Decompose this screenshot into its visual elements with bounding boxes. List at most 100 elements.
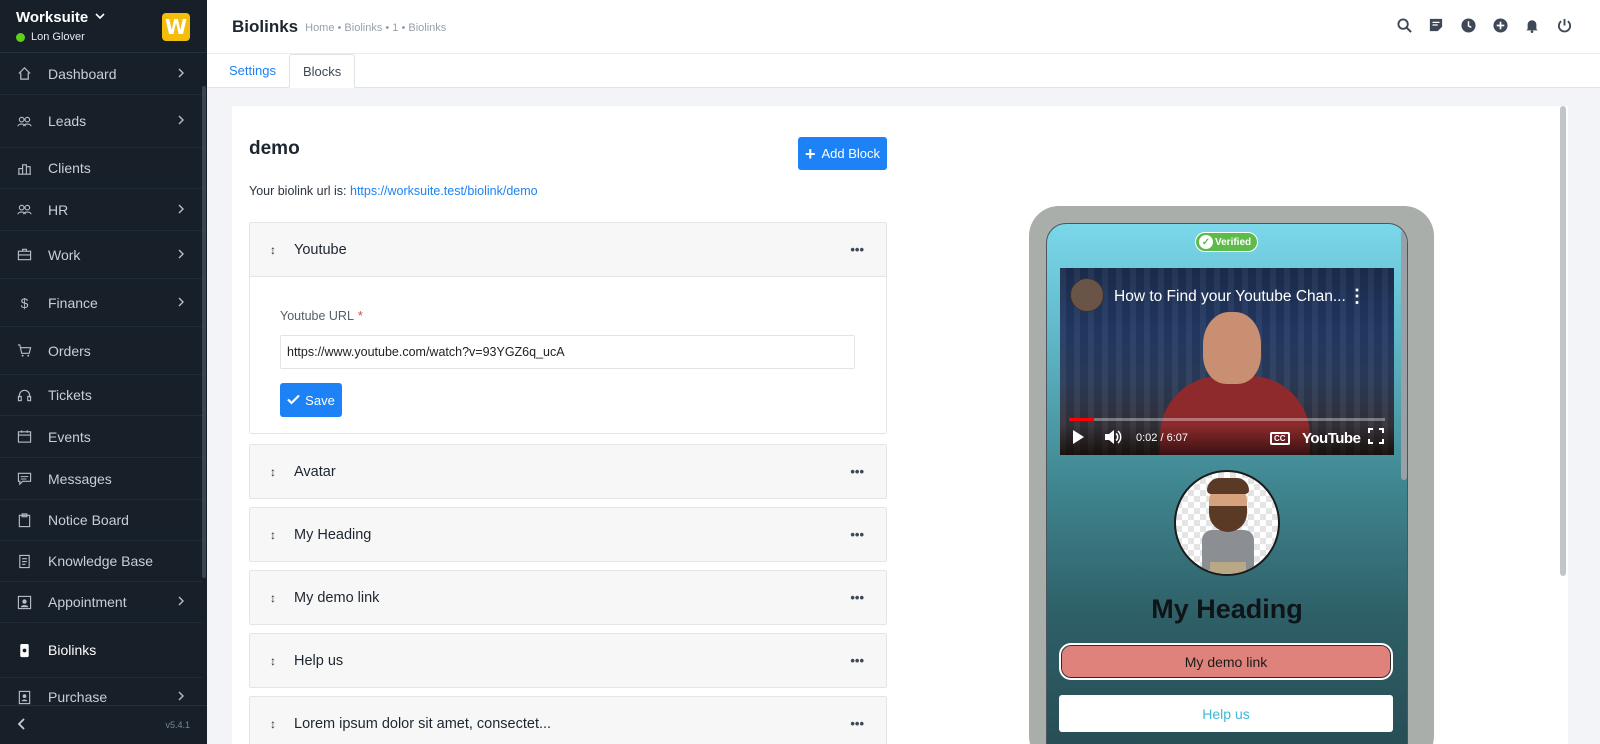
more-options-icon[interactable]: •••: [850, 653, 864, 668]
avatar-legs: [1210, 562, 1246, 574]
receipt-icon: [17, 690, 32, 705]
block-name: My demo link: [294, 589, 380, 606]
user-name: Lon Glover: [31, 31, 85, 43]
sidebar-item-dashboard[interactable]: Dashboard: [0, 53, 202, 95]
save-button[interactable]: Save: [280, 383, 342, 417]
bell-icon[interactable]: [1524, 17, 1540, 33]
avatar-hair: [1207, 478, 1249, 494]
sidebar-item-knowledge-base[interactable]: Knowledge Base: [0, 541, 202, 582]
preview-scrollbar[interactable]: [1401, 230, 1407, 480]
book-icon: [17, 554, 32, 569]
app-name: Worksuite: [16, 9, 89, 26]
chevron-right-icon: [176, 248, 186, 262]
drag-handle-icon[interactable]: ↕: [270, 591, 294, 605]
drag-handle-icon[interactable]: ↕: [270, 717, 294, 731]
sidebar-item-appointment[interactable]: Appointment: [0, 582, 202, 623]
sidebar-item-events[interactable]: Events: [0, 416, 202, 458]
page-scrollbar[interactable]: [1560, 106, 1566, 576]
cart-icon: [17, 343, 32, 358]
block-avatar: ↕ Avatar •••: [249, 444, 887, 499]
youtube-video-embed[interactable]: How to Find your Youtube Chan... ⋮ 0:02 …: [1060, 268, 1394, 455]
drag-handle-icon[interactable]: ↕: [270, 465, 294, 479]
sidebar-item-label: Purchase: [48, 689, 108, 705]
sidebar-item-hr[interactable]: HR: [0, 189, 202, 231]
sidebar-item-notice-board[interactable]: Notice Board: [0, 500, 202, 541]
video-presenter-head: [1203, 312, 1261, 384]
play-icon[interactable]: [1070, 429, 1086, 448]
block-header[interactable]: ↕ Lorem ipsum dolor sit amet, consectet.…: [250, 697, 886, 744]
sidebar-item-label: Knowledge Base: [48, 553, 154, 569]
block-header[interactable]: ↕ My Heading •••: [250, 508, 886, 561]
profile-avatar: [1174, 470, 1280, 576]
collapse-sidebar-icon[interactable]: [17, 717, 27, 734]
drag-handle-icon[interactable]: ↕: [270, 528, 294, 542]
block-name: My Heading: [294, 526, 372, 543]
sidebar-item-orders[interactable]: Orders: [0, 327, 202, 375]
sidebar-item-label: Appointment: [48, 594, 127, 610]
tab-bar: Settings Blocks: [207, 54, 1600, 88]
preview-link-help-us[interactable]: Help us: [1059, 695, 1393, 732]
clipboard-icon: [17, 512, 32, 528]
sidebar-item-leads[interactable]: Leads: [0, 95, 202, 148]
field-label-text: Youtube URL: [280, 309, 354, 323]
headset-icon: [17, 388, 32, 403]
video-title[interactable]: How to Find your Youtube Chan...: [1114, 288, 1346, 306]
chevron-right-icon: [176, 67, 186, 81]
more-options-icon[interactable]: •••: [850, 527, 864, 542]
url-prefix: Your biolink url is:: [249, 184, 347, 198]
sidebar-item-finance[interactable]: $ Finance: [0, 279, 202, 327]
more-options-icon[interactable]: •••: [850, 716, 864, 731]
sticky-note-icon[interactable]: [1428, 17, 1444, 33]
power-icon[interactable]: [1556, 17, 1572, 33]
youtube-url-input[interactable]: [280, 335, 855, 369]
calendar-person-icon: [17, 595, 32, 610]
more-options-icon[interactable]: •••: [850, 590, 864, 605]
closed-captions-icon[interactable]: CC: [1270, 431, 1290, 445]
search-icon[interactable]: [1396, 17, 1412, 33]
block-lorem-ipsum: ↕ Lorem ipsum dolor sit amet, consectet.…: [249, 696, 887, 744]
sidebar-item-clients[interactable]: Clients: [0, 148, 202, 189]
breadcrumb: Home • Biolinks • 1 • Biolinks: [305, 21, 447, 34]
verified-label: Verified: [1215, 236, 1252, 248]
preview-link-my-demo-link[interactable]: My demo link: [1059, 643, 1393, 680]
verified-check-icon: ✓: [1199, 235, 1213, 249]
channel-avatar[interactable]: [1070, 278, 1104, 312]
avatar-beard: [1209, 506, 1247, 532]
chat-icon: [17, 471, 32, 486]
phone-icon: [17, 643, 32, 658]
block-header[interactable]: ↕ Help us •••: [250, 634, 886, 687]
drag-handle-icon[interactable]: ↕: [270, 243, 294, 257]
plus-circle-icon[interactable]: [1492, 17, 1508, 33]
volume-icon[interactable]: [1104, 429, 1122, 448]
block-header[interactable]: ↕ My demo link •••: [250, 571, 886, 624]
sidebar-item-label: Biolinks: [48, 642, 97, 658]
sidebar-scrollbar[interactable]: [202, 86, 206, 578]
sidebar-item-messages[interactable]: Messages: [0, 458, 202, 500]
online-status-dot: [16, 32, 25, 42]
biolink-url-link[interactable]: https://worksuite.test/biolink/demo: [350, 184, 538, 198]
block-name: Youtube: [294, 241, 347, 258]
sidebar-footer: v5.4.1: [0, 705, 207, 744]
block-header[interactable]: ↕ Avatar •••: [250, 445, 886, 498]
add-block-button[interactable]: + Add Block: [798, 137, 887, 170]
fullscreen-icon[interactable]: [1368, 428, 1384, 448]
more-options-icon[interactable]: •••: [850, 464, 864, 479]
drag-handle-icon[interactable]: ↕: [270, 654, 294, 668]
users-icon: [17, 114, 32, 129]
sidebar-item-tickets[interactable]: Tickets: [0, 375, 202, 416]
app-logo[interactable]: W: [162, 13, 190, 41]
tab-blocks[interactable]: Blocks: [288, 54, 356, 88]
more-options-icon[interactable]: •••: [850, 242, 864, 257]
tab-settings[interactable]: Settings: [216, 53, 289, 87]
clock-icon[interactable]: [1460, 17, 1476, 33]
biolink-url-line: Your biolink url is: https://worksuite.t…: [249, 184, 538, 198]
sidebar-item-label: Dashboard: [48, 65, 117, 82]
video-more-icon[interactable]: ⋮: [1348, 286, 1366, 307]
block-header[interactable]: ↕ Youtube •••: [250, 223, 886, 276]
chevron-right-icon: [176, 203, 186, 217]
video-progress-bar[interactable]: [1069, 418, 1385, 421]
sidebar-item-label: Orders: [48, 342, 91, 359]
youtube-logo[interactable]: YouTube: [1302, 430, 1361, 447]
sidebar-item-biolinks[interactable]: Biolinks: [0, 623, 202, 678]
sidebar-item-work[interactable]: Work: [0, 231, 202, 279]
